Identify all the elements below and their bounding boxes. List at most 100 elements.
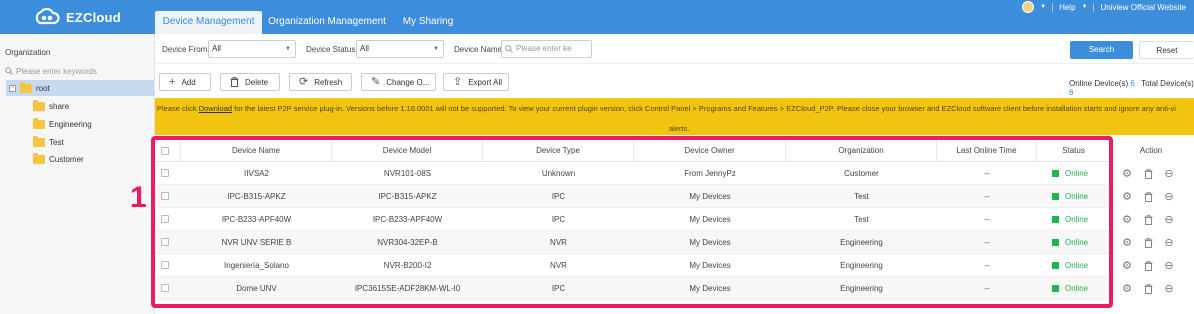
settings-gear-icon[interactable]: ⚙ <box>1121 168 1133 180</box>
online-status-icon <box>1052 170 1059 177</box>
tab-device-management[interactable]: Device Management <box>155 11 262 34</box>
table-row[interactable]: IPC-B315-APKZ IPC-B315-APKZ IPC My Devices T… <box>155 185 1110 208</box>
change-organization-button[interactable]: ✎ Change O... <box>361 73 436 91</box>
trash-icon[interactable] <box>1142 214 1154 226</box>
top-right-menu: ▼ Help ▼ Uniview Official Website <box>1022 0 1186 14</box>
column-device-model[interactable]: Device Model <box>332 140 483 162</box>
row-checkbox[interactable] <box>161 261 169 269</box>
settings-gear-icon[interactable]: ⚙ <box>1121 283 1133 295</box>
avatar[interactable] <box>1022 1 1035 13</box>
row-checkbox[interactable] <box>161 215 169 223</box>
sidebar-search-input[interactable]: Please enter keywords <box>5 65 150 77</box>
settings-gear-icon[interactable]: ⚙ <box>1121 260 1133 272</box>
table-row[interactable]: Dome UNV IPC3615SE-ADF28KM-WL-I0 IPC My Dev… <box>155 277 1110 300</box>
refresh-button[interactable]: ⟳ Refresh <box>289 73 352 91</box>
row-checkbox[interactable] <box>161 284 169 292</box>
device-from-select[interactable]: All ▼ <box>208 40 296 58</box>
chevron-down-icon[interactable]: ▼ <box>1082 4 1088 10</box>
add-label: Add <box>181 77 196 87</box>
minus-circle-icon[interactable]: ⊖ <box>1163 214 1175 226</box>
minus-circle-icon[interactable]: ⊖ <box>1163 260 1175 272</box>
tree-item-engineering[interactable]: Engineering <box>33 116 92 132</box>
row-actions: ⚙ ⊖ <box>1121 162 1175 185</box>
row-checkbox[interactable] <box>161 192 169 200</box>
add-button[interactable]: + Add <box>159 73 211 91</box>
trash-icon[interactable] <box>1142 283 1154 295</box>
row-checkbox[interactable] <box>161 169 169 177</box>
table-row[interactable]: IPC-B233-APF40W IPC-B233-APF40W IPC My Devi… <box>155 208 1110 231</box>
app-logo[interactable]: EZCloud <box>32 7 121 27</box>
cell-device-name: IPC-B233-APF40W <box>221 215 292 224</box>
device-count-summary: Online Device(s) 6 Total Device(s) 6 <box>1069 79 1194 97</box>
cell-organization: Engineering <box>840 284 883 293</box>
settings-gear-icon[interactable]: ⚙ <box>1121 214 1133 226</box>
tree-item-test[interactable]: Test <box>33 134 64 150</box>
trash-icon[interactable] <box>1142 168 1154 180</box>
status-text: Online <box>1065 192 1089 201</box>
banner-line-1: Please click Download for the latest P2P… <box>157 104 1176 113</box>
device-name-input[interactable]: Please enter ke <box>501 40 592 58</box>
column-device-owner[interactable]: Device Owner <box>634 140 786 162</box>
settings-gear-icon[interactable]: ⚙ <box>1121 237 1133 249</box>
tree-item-root[interactable]: − root <box>6 80 154 96</box>
cell-device-name: Ingeniería_Solano <box>224 261 289 270</box>
cell-device-name: Dome UNV <box>236 284 277 293</box>
reset-button[interactable]: Reset <box>1139 41 1194 59</box>
online-status-icon <box>1052 193 1059 200</box>
tree-item-customer[interactable]: Customer <box>33 151 84 167</box>
cell-device-owner: From JennyPz <box>684 169 736 178</box>
cell-device-owner: My Devices <box>689 284 731 293</box>
settings-gear-icon[interactable]: ⚙ <box>1121 191 1133 203</box>
table-row[interactable]: Ingeniería_Solano NVR-B200-I2 NVR My Device… <box>155 254 1110 277</box>
column-status[interactable]: Status <box>1037 140 1110 162</box>
online-status-icon <box>1052 262 1059 269</box>
delete-button[interactable]: Delete <box>220 73 280 91</box>
table-row[interactable]: IIVSA2 NVR101-08S Unknown From JennyPz Custo… <box>155 162 1110 185</box>
official-website-link[interactable]: Uniview Official Website <box>1100 3 1186 12</box>
device-status-value: All <box>360 44 369 53</box>
status-text: Online <box>1065 238 1089 247</box>
trash-icon[interactable] <box>1142 191 1154 203</box>
cell-device-name: NVR UNV SERIE B <box>221 238 292 247</box>
column-device-type[interactable]: Device Type <box>483 140 634 162</box>
chevron-down-icon[interactable]: ▼ <box>1040 4 1046 10</box>
divider <box>1093 2 1095 12</box>
collapse-icon[interactable]: − <box>9 84 16 92</box>
minus-circle-icon[interactable]: ⊖ <box>1163 191 1175 203</box>
minus-circle-icon[interactable]: ⊖ <box>1163 283 1175 295</box>
download-link[interactable]: Download <box>199 104 232 113</box>
export-all-button[interactable]: ⇪ Export All <box>443 73 509 91</box>
cell-device-name: IPC-B315-APKZ <box>227 192 286 201</box>
status-text: Online <box>1065 284 1089 293</box>
device-status-select[interactable]: All ▼ <box>356 40 444 58</box>
tab-organization-management[interactable]: Organization Management <box>268 11 386 34</box>
trash-icon[interactable] <box>1142 237 1154 249</box>
export-icon: ⇪ <box>453 75 463 88</box>
tree-item-label: Engineering <box>49 119 92 129</box>
device-table: Device Name Device Model Device Type Dev… <box>155 140 1194 314</box>
cell-last-online-time: -- <box>984 284 990 293</box>
help-menu[interactable]: Help <box>1059 3 1075 12</box>
minus-circle-icon[interactable]: ⊖ <box>1163 168 1175 180</box>
row-checkbox[interactable] <box>161 238 169 246</box>
plugin-notice-banner: Please click Download for the latest P2P… <box>155 98 1194 135</box>
app-title: EZCloud <box>66 9 121 25</box>
trash-icon[interactable] <box>1142 260 1154 272</box>
search-button[interactable]: Search <box>1070 41 1133 59</box>
status-badge: Online <box>1052 162 1088 185</box>
cell-organization: Test <box>854 192 869 201</box>
table-row[interactable]: NVR UNV SERIE B NVR304-32EP-B NVR My Device… <box>155 231 1110 254</box>
tab-my-sharing[interactable]: My Sharing <box>398 11 458 34</box>
online-status-icon <box>1052 216 1059 223</box>
column-device-name[interactable]: Device Name <box>181 140 332 162</box>
column-last-online-time[interactable]: Last Online Time <box>937 140 1037 162</box>
column-organization[interactable]: Organization <box>786 140 937 162</box>
tree-item-share[interactable]: share <box>33 98 69 114</box>
minus-circle-icon[interactable]: ⊖ <box>1163 237 1175 249</box>
device-status-label: Device Status: <box>306 45 358 54</box>
cell-last-online-time: -- <box>984 261 990 270</box>
cell-device-owner: My Devices <box>689 215 731 224</box>
total-devices-count: 6 <box>1069 88 1074 97</box>
cell-device-type: IPC <box>551 215 566 224</box>
search-icon <box>505 45 513 53</box>
